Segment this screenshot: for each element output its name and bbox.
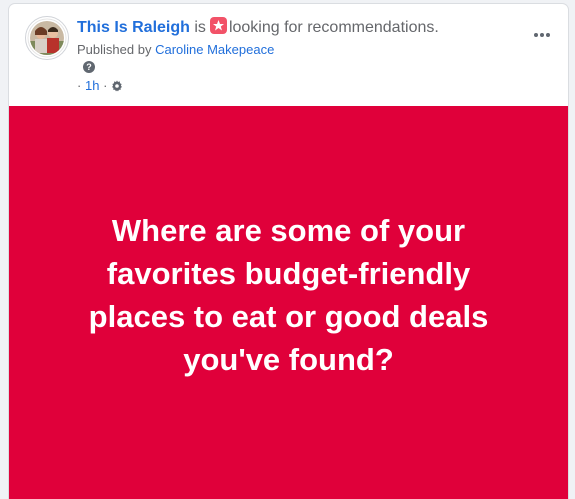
time-separator: · xyxy=(77,78,82,93)
timestamp-line: · 1h · xyxy=(77,78,123,96)
page-name-link[interactable]: This Is Raleigh xyxy=(77,19,190,36)
post-header: This Is Raleigh is looking for recommenda… xyxy=(9,4,568,106)
activity-text: looking for recommendations. xyxy=(228,19,439,36)
help-icon[interactable]: ? xyxy=(83,61,95,73)
published-by-line: Published by Caroline Makepeace xyxy=(77,42,274,57)
is-word: is xyxy=(194,19,206,36)
post-card: This Is Raleigh is looking for recommenda… xyxy=(9,4,568,499)
published-by-label: Published by xyxy=(77,42,152,57)
more-options-button[interactable] xyxy=(528,26,556,46)
more-options-icon xyxy=(534,32,538,37)
post-title-line: This Is Raleigh is looking for recommenda… xyxy=(77,17,439,38)
timestamp-link[interactable]: 1h xyxy=(85,78,99,93)
gear-icon[interactable] xyxy=(111,80,123,96)
time-separator: · xyxy=(103,78,108,93)
more-options-icon xyxy=(546,32,550,37)
post-text: Where are some of your favorites budget-… xyxy=(88,212,489,377)
recommendation-icon xyxy=(209,17,227,34)
page-avatar[interactable] xyxy=(25,16,69,60)
publisher-link[interactable]: Caroline Makepeace xyxy=(155,42,274,57)
post-body[interactable]: Where are some of your favorites budget-… xyxy=(9,106,568,499)
more-options-icon xyxy=(540,32,544,37)
